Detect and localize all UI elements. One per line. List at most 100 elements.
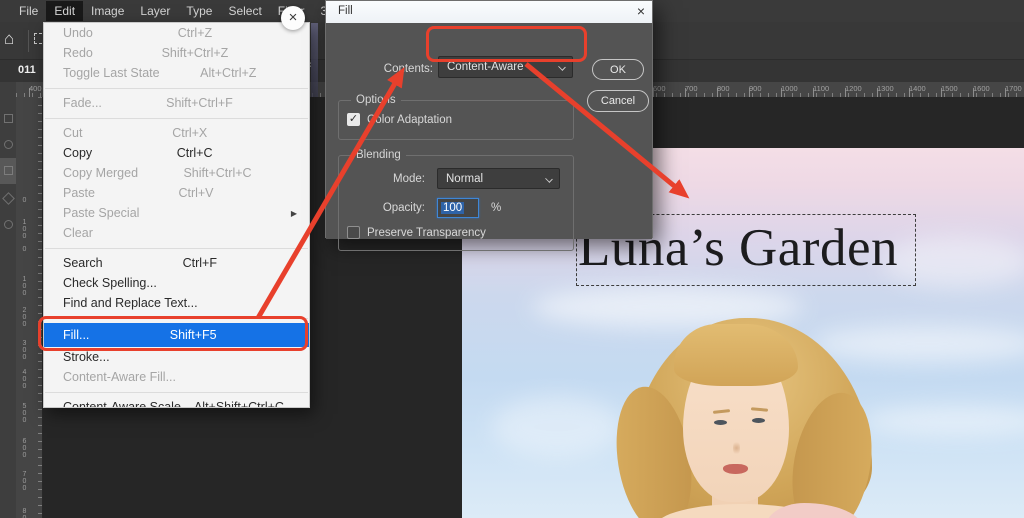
options-group: Options ✓ Color Adaptation: [338, 94, 574, 140]
tool-icon[interactable]: [4, 220, 13, 229]
ruler-label: 1000: [781, 84, 798, 93]
ruler-labels: 600 700 800 900 1000 1100 1200 1300 1400 1500 1600…: [653, 84, 1024, 93]
document-tab-title[interactable]: 011: [18, 64, 36, 76]
ruler-label: 1200: [845, 84, 862, 93]
menu-item[interactable]: Content-Aware Fill...: [44, 367, 309, 387]
menu-item[interactable]: Check Spelling...: [44, 273, 309, 293]
ruler-label: 700: [685, 84, 698, 93]
menu-item[interactable]: Content-Aware Scale Alt+Shift+Ctrl+C: [44, 397, 309, 408]
home-icon[interactable]: ⌂: [4, 29, 14, 49]
color-adaptation-label: Color Adaptation: [367, 114, 453, 126]
tool-icon[interactable]: [4, 140, 13, 149]
ruler-label: 900: [749, 84, 762, 93]
ruler-label: 500: [21, 403, 28, 424]
menu-item[interactable]: [44, 387, 309, 397]
menu-item[interactable]: Search Ctrl+F: [44, 253, 309, 273]
menu-item-label: Check Spelling...: [63, 276, 157, 290]
dialog-title-bar[interactable]: Fill ×: [326, 1, 652, 23]
blending-group-legend: Blending: [351, 149, 406, 161]
ruler-label: 400: [29, 84, 42, 93]
menu-item[interactable]: [44, 243, 309, 253]
ruler-label: 300: [21, 340, 28, 361]
menu-item[interactable]: Copy Merged Shift+Ctrl+C: [44, 163, 309, 183]
mode-dropdown[interactable]: Normal: [437, 168, 560, 189]
menu-item-label: Clear: [63, 226, 93, 240]
color-adaptation-checkbox[interactable]: ✓: [347, 113, 360, 126]
menu-item-label: Fade...: [63, 96, 102, 110]
submenu-arrow-icon: ▶: [290, 208, 297, 218]
menu-item-shortcut: Alt+Ctrl+Z: [200, 66, 257, 80]
menubar-item[interactable]: Image: [83, 1, 132, 21]
menu-item-shortcut: Ctrl+X: [172, 126, 208, 140]
dialog-title: Fill: [338, 5, 353, 17]
menu-item-label: Copy Merged: [63, 166, 139, 180]
ok-button[interactable]: OK: [592, 59, 644, 80]
cancel-button[interactable]: Cancel: [587, 90, 649, 112]
ruler-label: 0: [21, 246, 28, 253]
menu-item[interactable]: Undo Ctrl+Z: [44, 23, 309, 43]
menu-item[interactable]: Find and Replace Text...: [44, 293, 309, 313]
ruler-label: 1400: [909, 84, 926, 93]
chevron-down-icon: [545, 175, 553, 183]
menu-item-shortcut: Ctrl+F: [182, 256, 217, 270]
photoshop-app: Luna’s Garden File Edit Image Layer Type…: [0, 0, 1024, 518]
ruler-label: 800: [717, 84, 730, 93]
menu-item[interactable]: Clear: [44, 223, 309, 243]
menu-item-shortcut: Alt+Shift+Ctrl+C: [193, 400, 284, 408]
tool-icon[interactable]: [2, 192, 15, 205]
menu-item-label: Undo: [63, 26, 93, 40]
menu-item-label: Find and Replace Text...: [63, 296, 198, 310]
menu-item-shortcut: Ctrl+C: [176, 146, 213, 160]
contents-label: Contents:: [383, 63, 433, 75]
menu-item-shortcut: Shift+Ctrl+Z: [161, 46, 229, 60]
ruler-label: 100: [21, 219, 28, 240]
menubar-item[interactable]: Edit: [46, 1, 84, 21]
menu-item[interactable]: [44, 83, 309, 93]
girl-nose: [733, 440, 740, 456]
menu-item-shortcut: Shift+Ctrl+F: [166, 96, 233, 110]
menu-item[interactable]: Paste Ctrl+V: [44, 183, 309, 203]
menu-item-label: Paste Special: [63, 206, 140, 220]
menubar-item[interactable]: Type: [178, 1, 220, 21]
menu-item[interactable]: Copy Ctrl+C: [44, 143, 309, 163]
blending-group: Blending Mode: Normal Opacity: 100 % Pre…: [338, 149, 574, 251]
cloud: [862, 406, 1024, 436]
menu-item-label: Cut: [63, 126, 83, 140]
preserve-transparency-checkbox[interactable]: [347, 226, 360, 239]
menu-item[interactable]: Paste Special ▶: [44, 203, 309, 223]
ruler-label: 0: [21, 197, 28, 204]
menubar-item[interactable]: File: [11, 1, 46, 21]
girl-lips: [723, 464, 748, 474]
dialog-close-icon[interactable]: ×: [637, 3, 645, 19]
menu-item[interactable]: Cut Ctrl+X: [44, 123, 309, 143]
ruler-label: 700: [21, 471, 28, 492]
cloud: [492, 396, 622, 458]
menu-item-shortcut: Ctrl+Z: [177, 26, 213, 40]
vertical-ruler: 0 100 0 100 200 300 400 500 600 700 800 …: [16, 97, 43, 518]
opacity-input[interactable]: 100: [437, 198, 479, 218]
girl-eye: [752, 418, 765, 423]
annotation-box-fill-item: [38, 316, 308, 351]
ruler-label: 600: [653, 84, 666, 93]
toolbar-divider: [28, 30, 29, 52]
menubar-item[interactable]: Select: [220, 1, 269, 21]
tool-icon[interactable]: [4, 166, 13, 175]
close-button[interactable]: ×: [281, 6, 305, 30]
cloud: [812, 326, 1024, 362]
girl-eye: [714, 420, 727, 425]
menu-item-label: Content-Aware Scale: [63, 400, 181, 408]
menu-item[interactable]: Redo Shift+Ctrl+Z: [44, 43, 309, 63]
ruler-label: 200: [21, 307, 28, 328]
ruler-label: 1300: [877, 84, 894, 93]
tool-icon[interactable]: [4, 114, 13, 123]
menu-item[interactable]: Toggle Last State Alt+Ctrl+Z: [44, 63, 309, 83]
menu-item[interactable]: Fade... Shift+Ctrl+F: [44, 93, 309, 113]
girl-hair-fringe: [674, 324, 798, 386]
ruler-label: 1600: [973, 84, 990, 93]
menu-item-shortcut: Shift+Ctrl+C: [183, 166, 252, 180]
ruler-label: 1500: [941, 84, 958, 93]
menubar-item[interactable]: Layer: [132, 1, 178, 21]
menu-item[interactable]: [44, 113, 309, 123]
ruler-label: 1700: [1005, 84, 1022, 93]
ruler-label: 1100: [813, 84, 830, 93]
